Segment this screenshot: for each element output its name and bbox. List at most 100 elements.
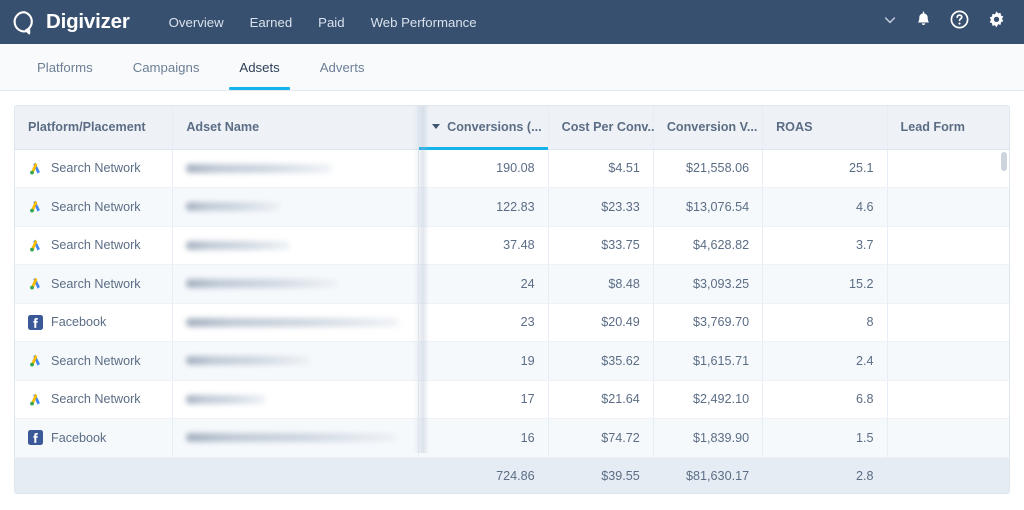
redacted-adset-name [186, 202, 281, 211]
column-header-conversion-value[interactable]: Conversion V... [653, 106, 762, 149]
cell-platform: Search Network [15, 342, 173, 381]
cell-platform: Search Network [15, 226, 173, 265]
cell-conversions: 122.83 [419, 188, 548, 227]
column-label: Platform/Placement [28, 120, 146, 134]
google-ads-icon [28, 276, 43, 291]
table-row[interactable]: Search Network122.83$23.33$13,076.544.6 [15, 188, 1010, 227]
table-row[interactable]: Search Network190.08$4.51$21,558.0625.1 [15, 149, 1010, 188]
tab-adsets[interactable]: Adsets [227, 44, 291, 90]
cell-cost-per-conversion: $33.75 [548, 226, 653, 265]
top-bar-actions [883, 10, 1010, 34]
cell-adset-name [173, 342, 419, 381]
column-header-conversions[interactable]: Conversions (... [419, 106, 548, 149]
cell-lead-form [887, 419, 1010, 458]
cell-adset-name [173, 188, 419, 227]
help-icon[interactable] [950, 10, 969, 34]
table-row[interactable]: Facebook16$74.72$1,839.901.5 [15, 419, 1010, 458]
google-ads-icon [28, 199, 43, 214]
redacted-adset-name [186, 356, 311, 365]
table-row[interactable]: Search Network19$35.62$1,615.712.4 [15, 342, 1010, 381]
cell-cost-per-conversion: $4.51 [548, 149, 653, 188]
cell-conversions: 17 [419, 380, 548, 419]
section-tabs: Platforms Campaigns Adsets Adverts [0, 44, 1024, 91]
cell-lead-form [887, 380, 1010, 419]
nav-item-paid[interactable]: Paid [305, 9, 357, 36]
cell-platform: Facebook [15, 419, 173, 458]
cell-roas: 2.4 [763, 342, 887, 381]
cell-lead-form [887, 188, 1010, 227]
column-label: Adset Name [186, 120, 259, 134]
speech-bubble-icon [12, 10, 37, 35]
brand-logo[interactable]: Digivizer [12, 10, 130, 35]
table-row[interactable]: Search Network37.48$33.75$4,628.823.7 [15, 226, 1010, 265]
column-header-cost-per-conversion[interactable]: Cost Per Conv... [548, 106, 653, 149]
column-label: Conversions (... [447, 120, 541, 134]
cell-platform: Search Network [15, 149, 173, 188]
tab-adverts[interactable]: Adverts [308, 44, 377, 90]
cell-cost-per-conversion: $74.72 [548, 419, 653, 458]
table-header: Platform/Placement Adset Name Conversion… [15, 106, 1010, 149]
column-header-adset-name[interactable]: Adset Name [173, 106, 419, 149]
cell-adset-name [173, 265, 419, 304]
redacted-adset-name [186, 279, 338, 288]
table-body: Search Network190.08$4.51$21,558.0625.1S… [15, 149, 1010, 457]
primary-nav: Overview Earned Paid Web Performance [156, 9, 490, 36]
cell-lead-form [887, 265, 1010, 304]
platform-label: Facebook [51, 315, 106, 329]
platform-label: Search Network [51, 277, 141, 291]
google-ads-icon [28, 392, 43, 407]
nav-item-web-performance[interactable]: Web Performance [358, 9, 490, 36]
cell-conversion-value: $4,628.82 [653, 226, 762, 265]
table-row[interactable]: Search Network17$21.64$2,492.106.8 [15, 380, 1010, 419]
adsets-table-card: Platform/Placement Adset Name Conversion… [14, 105, 1010, 494]
cell-roas: 25.1 [763, 149, 887, 188]
cell-adset-name [173, 303, 419, 342]
table-totals: 724.86 $39.55 $81,630.17 2.8 [15, 457, 1010, 494]
tab-campaigns[interactable]: Campaigns [121, 44, 212, 90]
gear-icon[interactable] [987, 10, 1006, 34]
tab-platforms[interactable]: Platforms [25, 44, 105, 90]
platform-label: Facebook [51, 431, 106, 445]
cell-conversion-value: $3,769.70 [653, 303, 762, 342]
cell-roas: 6.8 [763, 380, 887, 419]
cell-conversions: 190.08 [419, 149, 548, 188]
google-ads-icon [28, 238, 43, 253]
cell-lead-form [887, 226, 1010, 265]
nav-item-earned[interactable]: Earned [237, 9, 306, 36]
nav-item-overview[interactable]: Overview [156, 9, 237, 36]
totals-lead-form [887, 457, 1010, 494]
cell-cost-per-conversion: $21.64 [548, 380, 653, 419]
vertical-scrollbar-thumb[interactable] [1001, 152, 1007, 171]
column-header-platform-placement[interactable]: Platform/Placement [15, 106, 173, 149]
totals-conversions: 724.86 [419, 457, 548, 494]
cell-conversion-value: $13,076.54 [653, 188, 762, 227]
sort-descending-caret-icon [432, 124, 440, 129]
chevron-down-icon[interactable] [883, 13, 897, 32]
tab-platforms-label: Platforms [37, 60, 93, 75]
table-row[interactable]: Facebook23$20.49$3,769.708 [15, 303, 1010, 342]
cell-adset-name [173, 149, 419, 188]
totals-platform [15, 457, 173, 494]
table-row[interactable]: Search Network24$8.48$3,093.2515.2 [15, 265, 1010, 304]
cell-cost-per-conversion: $20.49 [548, 303, 653, 342]
totals-conversion-value: $81,630.17 [653, 457, 762, 494]
cell-conversion-value: $1,839.90 [653, 419, 762, 458]
google-ads-icon [28, 161, 43, 176]
column-label: Conversion V... [667, 120, 758, 134]
cell-conversions: 19 [419, 342, 548, 381]
content-area: Platform/Placement Adset Name Conversion… [0, 91, 1024, 510]
column-header-lead-form[interactable]: Lead Form [887, 106, 1010, 149]
totals-row: 724.86 $39.55 $81,630.17 2.8 [15, 457, 1010, 494]
platform-label: Search Network [51, 161, 141, 175]
cell-lead-form [887, 342, 1010, 381]
notifications-bell-icon[interactable] [915, 11, 932, 34]
column-header-roas[interactable]: ROAS [763, 106, 887, 149]
facebook-icon [28, 315, 43, 330]
cell-roas: 4.6 [763, 188, 887, 227]
cell-cost-per-conversion: $35.62 [548, 342, 653, 381]
vertical-scrollbar[interactable] [999, 150, 1008, 494]
cell-platform: Search Network [15, 188, 173, 227]
cell-conversions: 24 [419, 265, 548, 304]
table-header-row: Platform/Placement Adset Name Conversion… [15, 106, 1010, 149]
tab-adsets-label: Adsets [239, 60, 279, 75]
